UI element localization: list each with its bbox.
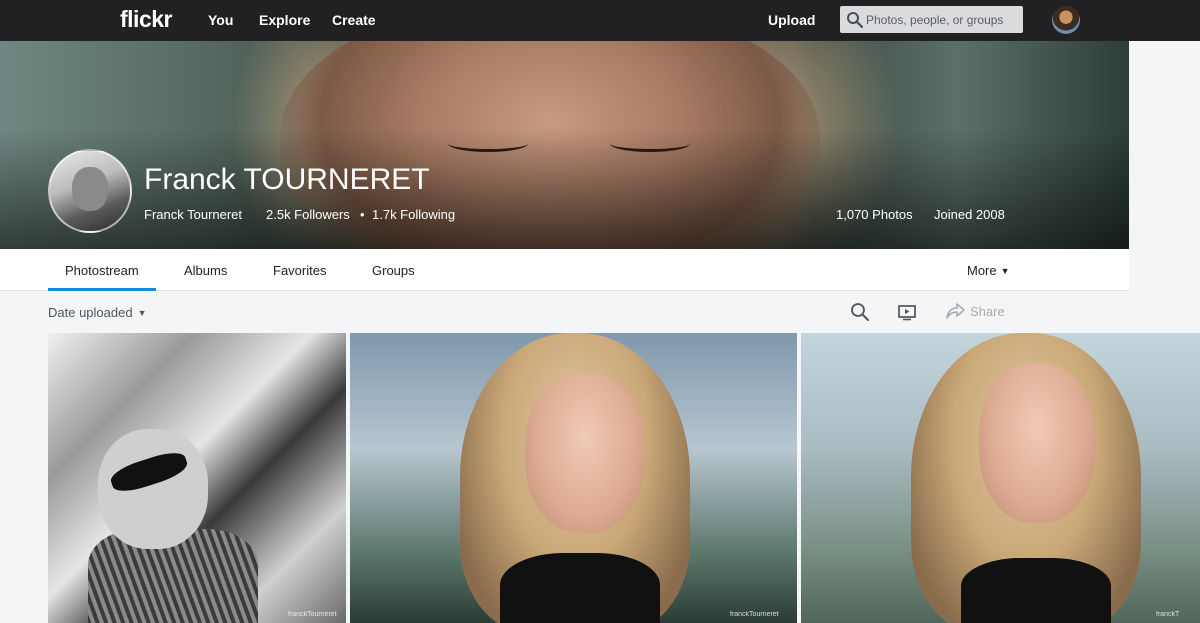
profile-name: Franck TOURNERET (144, 163, 430, 196)
photo-watermark: franckTourneret (730, 611, 779, 618)
nav-explore[interactable]: Explore (259, 12, 310, 28)
user-avatar[interactable] (1052, 6, 1080, 34)
search-icon[interactable] (850, 302, 870, 322)
search-box[interactable] (840, 6, 1023, 33)
more-label: More (967, 263, 997, 278)
tab-favorites[interactable]: Favorites (273, 263, 326, 278)
followers-link[interactable]: 2.5k Followers (266, 207, 350, 222)
search-icon (847, 12, 864, 29)
following-link[interactable]: 1.7k Following (372, 207, 455, 222)
tab-photostream[interactable]: Photostream (48, 263, 156, 291)
photo-watermark: franckTourneret (288, 611, 337, 618)
tab-groups[interactable]: Groups (372, 263, 415, 278)
caret-down-icon: ▼ (1000, 266, 1010, 276)
photo-watermark: franckT (1156, 611, 1180, 618)
search-input[interactable] (866, 6, 1018, 33)
upload-link[interactable]: Upload (768, 12, 815, 28)
more-menu[interactable]: More ▼ (967, 263, 1010, 278)
flickr-logo[interactable]: flickr (120, 6, 172, 33)
caret-down-icon: ▼ (137, 308, 147, 318)
top-nav: flickr You Explore Create Upload (0, 0, 1200, 41)
photo-thumbnail-3[interactable]: franckT (801, 333, 1200, 623)
joined-date: Joined 2008 (934, 207, 1005, 222)
sort-dropdown[interactable]: Date uploaded ▼ (48, 305, 147, 320)
nav-create[interactable]: Create (332, 12, 376, 28)
profile-avatar[interactable] (48, 149, 132, 233)
photo-thumbnail-2[interactable]: franckTourneret (350, 333, 797, 623)
separator-dot: • (360, 207, 365, 222)
photo-count: 1,070 Photos (836, 207, 913, 222)
share-icon (946, 303, 965, 319)
profile-username: Franck Tourneret (144, 207, 243, 222)
share-label: Share (970, 304, 1005, 319)
sort-label: Date uploaded (48, 305, 133, 320)
profile-tabs: Photostream Albums Favorites Groups More… (0, 249, 1129, 291)
photo-thumbnail-1[interactable]: franckTourneret (48, 333, 346, 623)
tab-albums[interactable]: Albums (184, 263, 227, 278)
share-button[interactable]: Share (946, 302, 1005, 320)
slideshow-icon[interactable] (897, 302, 917, 322)
nav-you[interactable]: You (208, 12, 233, 28)
